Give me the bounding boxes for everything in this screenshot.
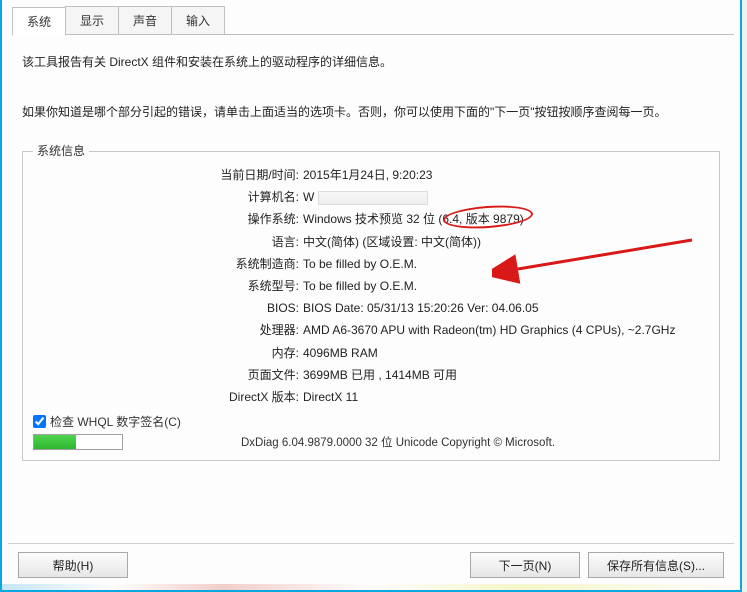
system-info-group: 系统信息 当前日期/时间: 2015年1月24日, 9:20:23 计算机名: … [22,151,720,461]
label-bios: BIOS: [33,299,303,318]
button-bar: 帮助(H) 下一页(N) 保存所有信息(S)... [8,543,734,584]
row-datetime: 当前日期/时间: 2015年1月24日, 9:20:23 [33,166,709,185]
main-panel: 该工具报告有关 DirectX 组件和安装在系统上的驱动程序的详细信息。 如果你… [8,45,734,539]
row-page: 页面文件: 3699MB 已用 , 1414MB 可用 [33,366,709,385]
save-button[interactable]: 保存所有信息(S)... [588,552,724,578]
row-lang: 语言: 中文(简体) (区域设置: 中文(简体)) [33,233,709,252]
label-dx: DirectX 版本: [33,388,303,407]
next-button[interactable]: 下一页(N) [470,552,580,578]
content-area: 系统 显示 声音 输入 该工具报告有关 DirectX 组件和安装在系统上的驱动… [2,0,740,590]
dxdiag-window: 系统 显示 声音 输入 该工具报告有关 DirectX 组件和安装在系统上的驱动… [0,0,742,592]
tab-input[interactable]: 输入 [171,6,225,34]
intro-text-1: 该工具报告有关 DirectX 组件和安装在系统上的驱动程序的详细信息。 [22,53,720,71]
copyright-text: DxDiag 6.04.9879.0000 32 位 Unicode Copyr… [131,434,709,450]
label-datetime: 当前日期/时间: [33,166,303,185]
label-lang: 语言: [33,233,303,252]
label-cpu: 处理器: [33,321,303,340]
value-model: To be filled by O.E.M. [303,277,417,296]
row-dx: DirectX 版本: DirectX 11 [33,388,709,407]
value-computer: W [303,188,428,207]
label-computer: 计算机名: [33,188,303,207]
row-bios: BIOS: BIOS Date: 05/31/13 15:20:26 Ver: … [33,299,709,318]
value-mem: 4096MB RAM [303,344,378,363]
label-model: 系统型号: [33,277,303,296]
whql-checkbox[interactable] [33,415,46,428]
tab-display[interactable]: 显示 [65,6,119,34]
progress-bar [33,434,123,450]
footer-row: DxDiag 6.04.9879.0000 32 位 Unicode Copyr… [33,434,709,450]
row-computer: 计算机名: W [33,188,709,207]
value-page: 3699MB 已用 , 1414MB 可用 [303,366,457,385]
progress-fill [34,435,76,449]
label-os: 操作系统: [33,210,303,229]
whql-checkbox-row: 检查 WHQL 数字签名(C) [33,413,709,430]
tab-system[interactable]: 系统 [12,7,66,36]
taskbar-hint [2,584,740,590]
help-button[interactable]: 帮助(H) [18,552,128,578]
whql-label: 检查 WHQL 数字签名(C) [50,413,181,430]
intro-text-2: 如果你知道是哪个部分引起的错误，请单击上面适当的选项卡。否则，你可以使用下面的"… [22,103,720,121]
label-mfr: 系统制造商: [33,255,303,274]
computer-prefix: W [303,190,314,204]
group-legend: 系统信息 [33,142,89,159]
os-text: Windows 技术预览 32 位 (6.4, 版本 9879) [303,212,524,226]
value-dx: DirectX 11 [303,388,358,407]
label-page: 页面文件: [33,366,303,385]
row-mem: 内存: 4096MB RAM [33,344,709,363]
row-cpu: 处理器: AMD A6-3670 APU with Radeon(tm) HD … [33,321,709,340]
row-model: 系统型号: To be filled by O.E.M. [33,277,709,296]
value-bios: BIOS Date: 05/31/13 15:20:26 Ver: 04.06.… [303,299,539,318]
value-cpu: AMD A6-3670 APU with Radeon(tm) HD Graph… [303,321,675,340]
tab-strip: 系统 显示 声音 输入 [12,6,734,35]
row-os: 操作系统: Windows 技术预览 32 位 (6.4, 版本 9879) [33,210,709,229]
redacted-block [318,191,428,205]
value-lang: 中文(简体) (区域设置: 中文(简体)) [303,233,481,252]
label-mem: 内存: [33,344,303,363]
tab-sound[interactable]: 声音 [118,6,172,34]
value-datetime: 2015年1月24日, 9:20:23 [303,166,432,185]
value-mfr: To be filled by O.E.M. [303,255,417,274]
value-os: Windows 技术预览 32 位 (6.4, 版本 9879) [303,210,524,229]
row-mfr: 系统制造商: To be filled by O.E.M. [33,255,709,274]
